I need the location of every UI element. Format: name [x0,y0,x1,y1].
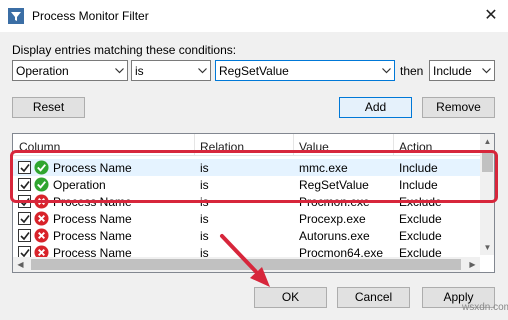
column-select-value: Operation [16,64,69,78]
action-select[interactable]: Include [429,60,495,81]
filter-funnel-icon [8,8,24,24]
highlight-annotation [10,150,498,203]
chevron-down-icon[interactable] [378,61,394,80]
watermark: wsxdn.com [462,302,508,313]
relation-select-value: is [135,64,144,78]
add-button[interactable]: Add [339,97,412,118]
row-action: Exclude [399,229,442,243]
scroll-right-icon[interactable]: ▶ [465,257,480,272]
value-combobox-text: RegSetValue [219,64,289,78]
chevron-down-icon[interactable] [111,61,127,80]
row-checkbox[interactable] [18,212,31,225]
reset-button[interactable]: Reset [12,97,85,118]
row-column: Process Name [53,229,132,243]
action-select-value: Include [433,64,472,78]
row-checkbox[interactable] [18,229,31,242]
row-relation: is [200,229,209,243]
row-value: Procexp.exe [299,212,366,226]
red-arrow-icon [220,234,270,287]
scroll-down-icon[interactable]: ▼ [480,240,494,255]
title-bar: Process Monitor Filter ✕ [0,0,508,32]
scroll-left-icon[interactable]: ◀ [13,257,28,272]
conditions-label: Display entries matching these condition… [12,43,237,57]
relation-select[interactable]: is [131,60,211,81]
chevron-down-icon[interactable] [194,61,210,80]
then-label: then [400,64,424,78]
value-combobox[interactable]: RegSetValue [215,60,395,81]
close-icon[interactable]: ✕ [481,6,501,26]
row-column: Process Name [53,212,132,226]
chevron-down-icon[interactable] [478,61,494,80]
row-action: Exclude [399,212,442,226]
column-select[interactable]: Operation [12,60,128,81]
cancel-button[interactable]: Cancel [337,287,410,308]
row-relation: is [200,212,209,226]
row-value: Autoruns.exe [299,229,370,243]
exclude-icon [34,211,49,226]
table-row[interactable]: Process Name is Procexp.exe Exclude [13,210,480,227]
window-title: Process Monitor Filter [32,9,149,23]
scroll-up-icon[interactable]: ▲ [480,134,494,149]
remove-button[interactable]: Remove [422,97,495,118]
exclude-icon [34,228,49,243]
